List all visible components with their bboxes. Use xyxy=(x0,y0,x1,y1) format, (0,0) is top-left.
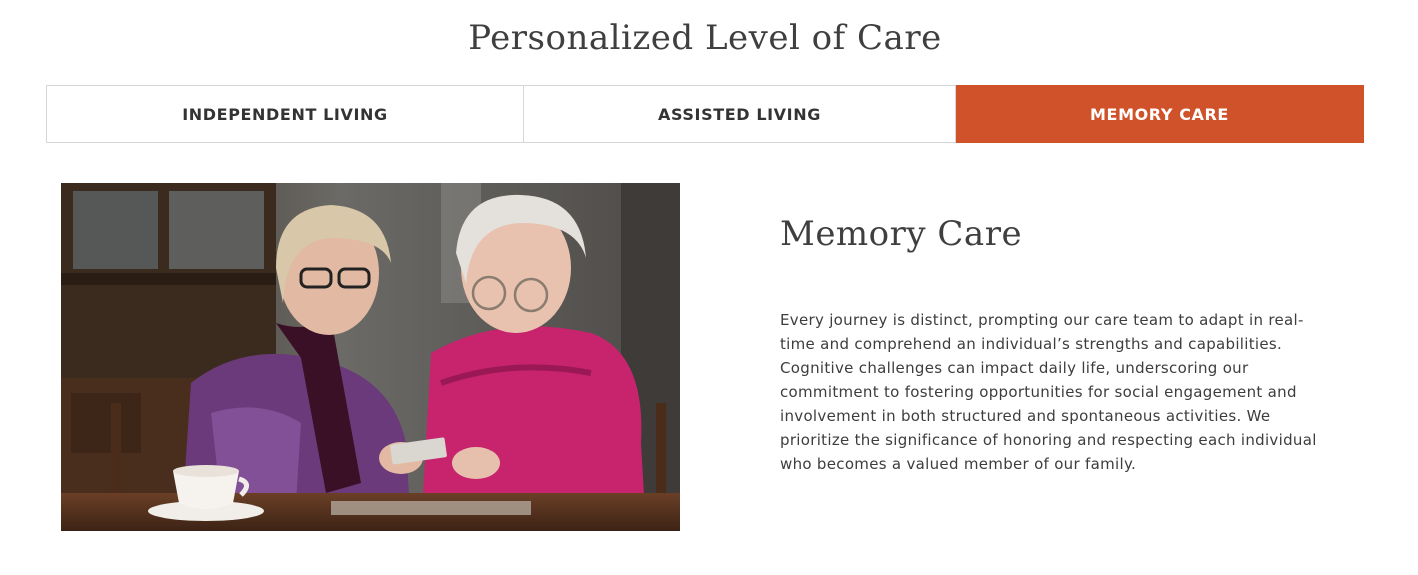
panel-title: Memory Care xyxy=(780,214,1023,254)
panel-description: Every journey is distinct, prompting our… xyxy=(780,311,1317,473)
tab-independent-living[interactable]: INDEPENDENT LIVING xyxy=(46,85,524,143)
tab-assisted-living[interactable]: ASSISTED LIVING xyxy=(524,85,956,143)
tab-memory-care[interactable]: MEMORY CARE xyxy=(956,85,1364,143)
section-title: Personalized Level of Care xyxy=(468,18,942,58)
memory-care-photo xyxy=(61,183,680,531)
care-level-tabs: INDEPENDENT LIVING ASSISTED LIVING MEMOR… xyxy=(46,85,1364,143)
